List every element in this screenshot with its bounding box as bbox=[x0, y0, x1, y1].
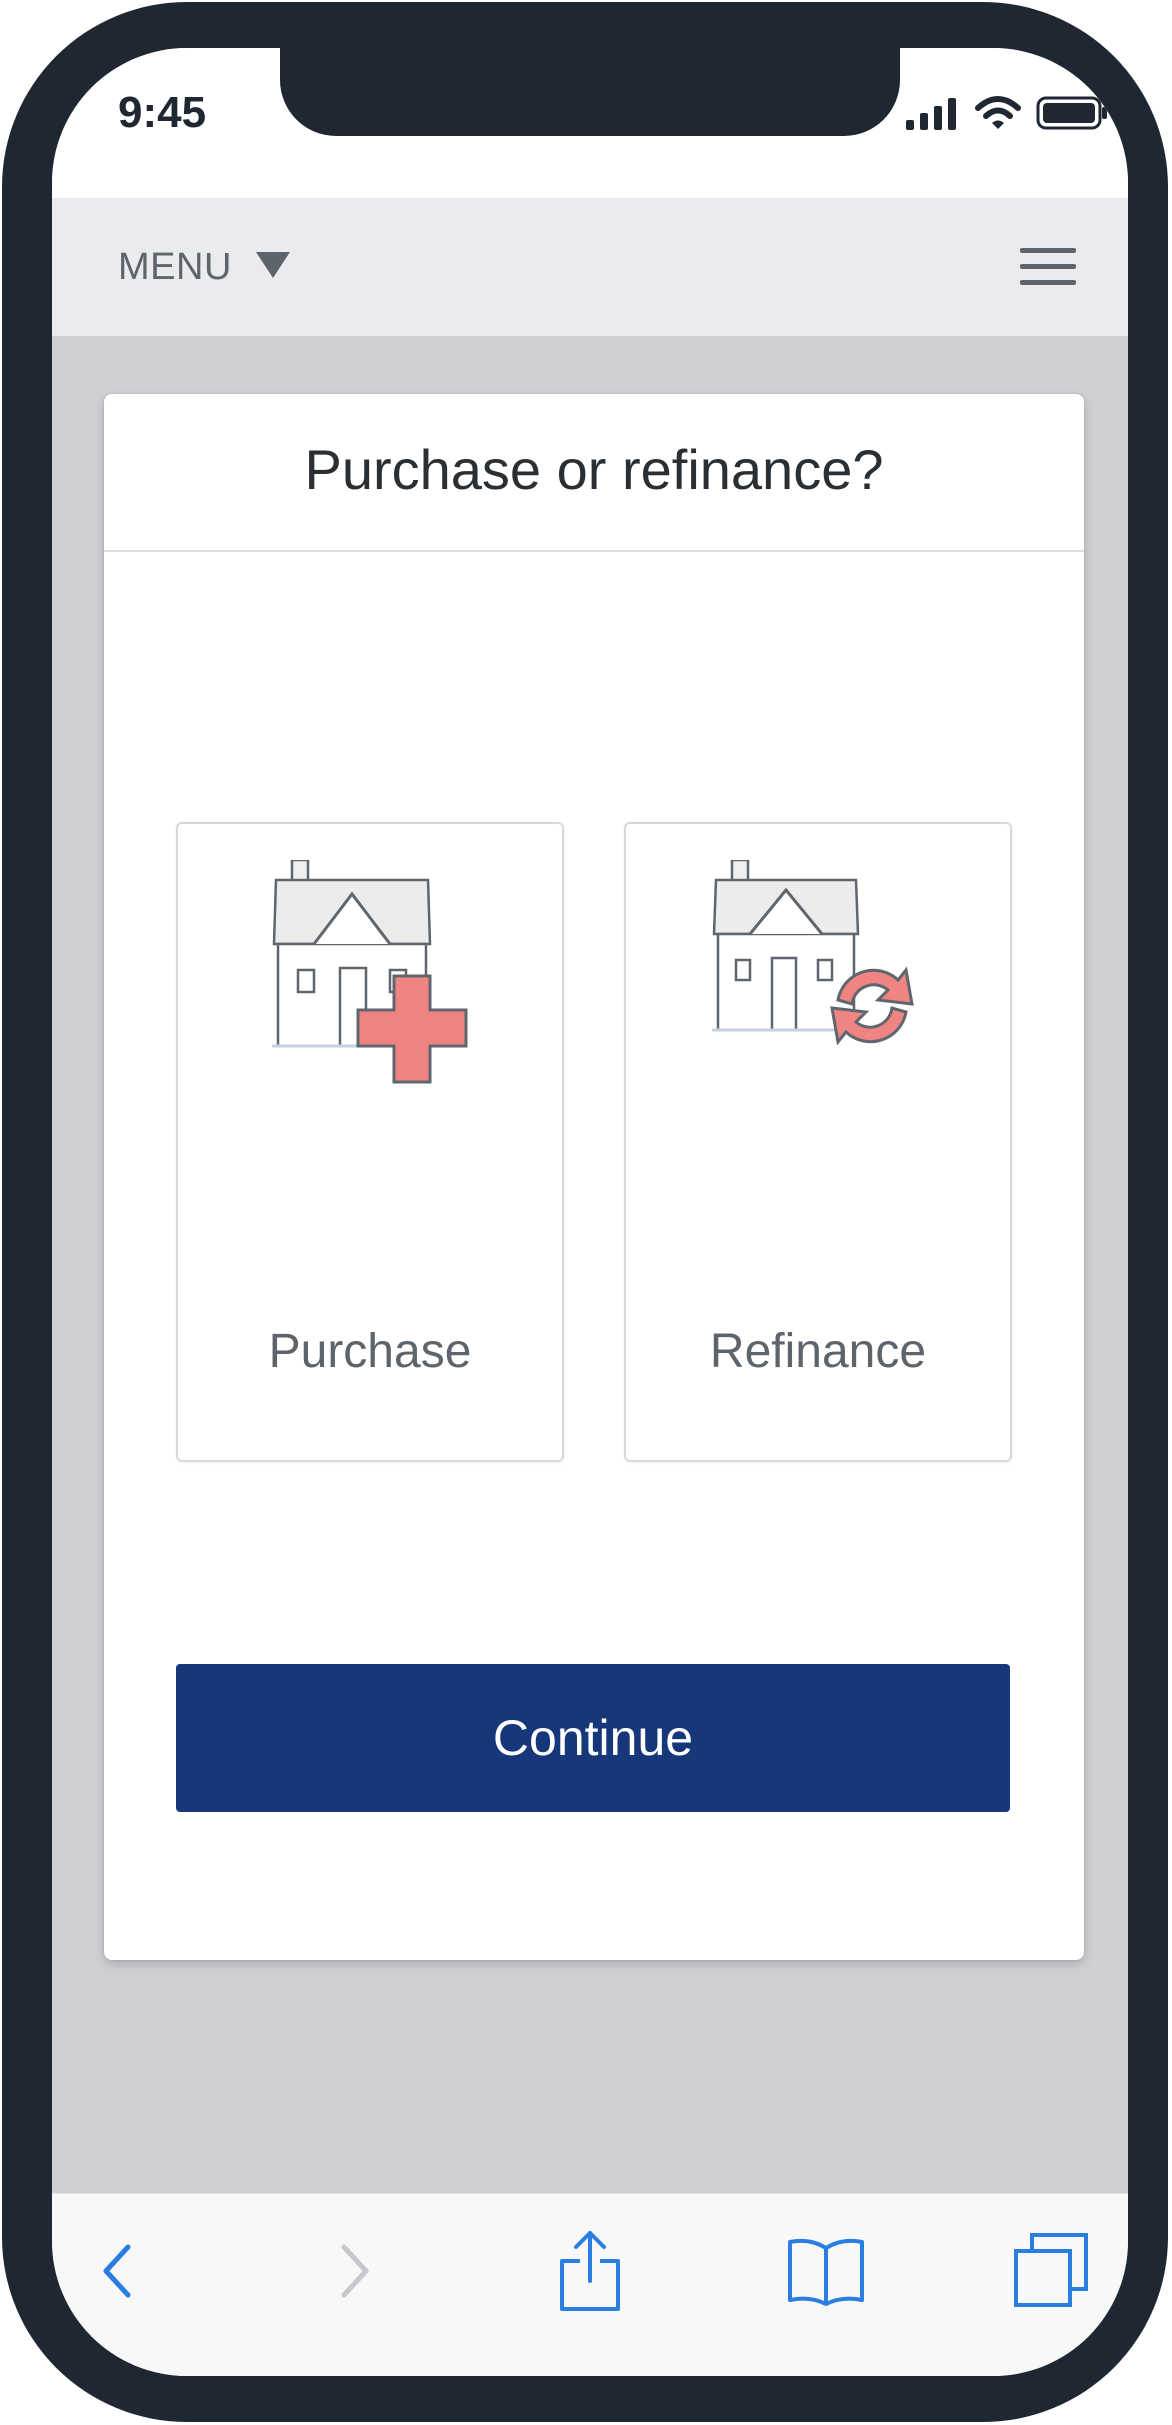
purchase-option[interactable]: Purchase bbox=[176, 822, 564, 1462]
card-header: Purchase or refinance? bbox=[104, 394, 1084, 552]
continue-button[interactable]: Continue bbox=[176, 1664, 1010, 1812]
back-button[interactable] bbox=[78, 2228, 158, 2318]
menu-dropdown-button[interactable]: MENU bbox=[118, 198, 292, 336]
signal-icon bbox=[906, 98, 960, 135]
refinance-option[interactable]: Refinance bbox=[624, 822, 1012, 1462]
refinance-label: Refinance bbox=[709, 1325, 927, 1378]
wifi-icon bbox=[974, 96, 1022, 135]
screen: 9:45 MENU Purchase or refinance? Purchas… bbox=[52, 48, 1128, 2376]
phone-frame: 9:45 MENU Purchase or refinance? Purchas… bbox=[2, 2, 1168, 2422]
purchase-label: Purchase bbox=[268, 1325, 472, 1378]
forward-button[interactable] bbox=[314, 2228, 394, 2318]
bookmarks-icon bbox=[786, 2236, 866, 2311]
house-refresh-icon bbox=[626, 858, 1010, 1090]
device-notch bbox=[280, 48, 900, 136]
bookmarks-button[interactable] bbox=[786, 2228, 866, 2318]
tabs-icon bbox=[1012, 2231, 1092, 2316]
nav-bar: MENU bbox=[52, 198, 1128, 336]
status-time: 9:45 bbox=[118, 88, 207, 137]
share-icon bbox=[558, 2229, 622, 2318]
house-plus-icon bbox=[178, 858, 562, 1090]
share-button[interactable] bbox=[550, 2228, 630, 2318]
loan-type-card: Purchase or refinance? Purchase Refinanc… bbox=[104, 394, 1084, 1960]
hamburger-menu-icon bbox=[1018, 248, 1078, 296]
battery-icon bbox=[1036, 96, 1108, 135]
hamburger-menu-button[interactable] bbox=[1018, 242, 1078, 292]
browser-toolbar bbox=[52, 2193, 1128, 2376]
tabs-button[interactable] bbox=[1012, 2228, 1092, 2318]
page-title: Purchase or refinance? bbox=[304, 437, 884, 501]
caret-down-icon bbox=[254, 250, 292, 285]
back-icon bbox=[98, 2241, 138, 2306]
menu-label: MENU bbox=[118, 245, 232, 288]
forward-icon bbox=[334, 2241, 374, 2306]
status-icons bbox=[906, 96, 1108, 135]
